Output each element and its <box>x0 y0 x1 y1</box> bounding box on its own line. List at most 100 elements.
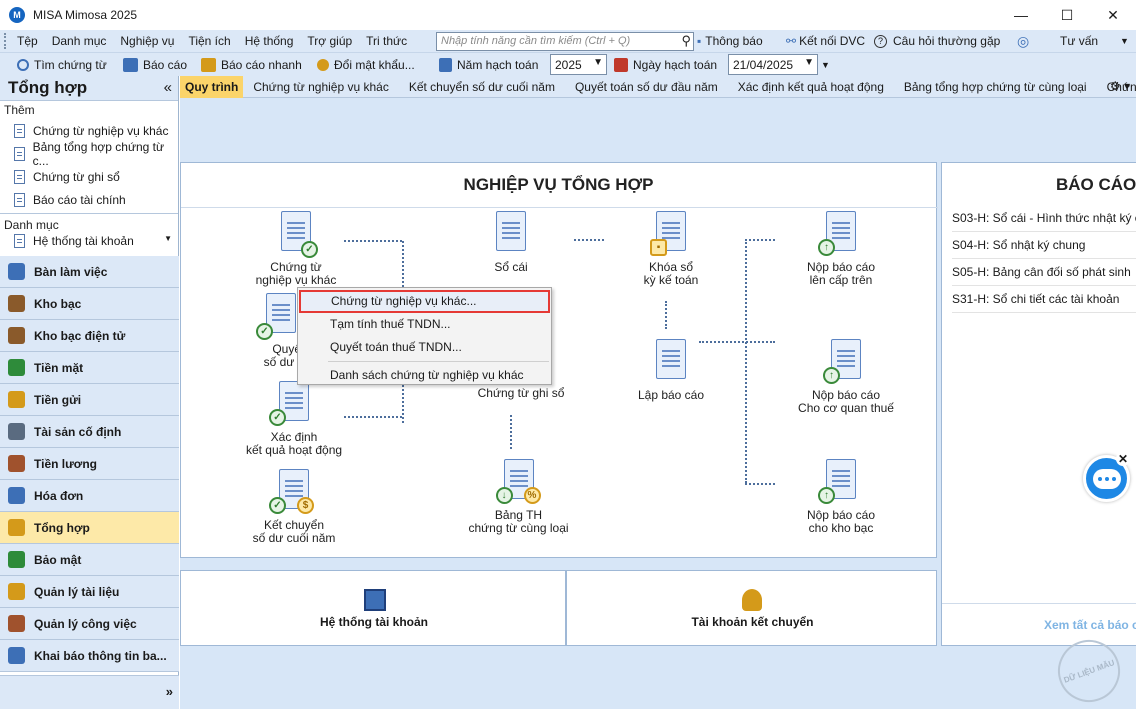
main-area: NGHIỆP VỤ TỔNG HỢP ✓ Chứng từ nghiệp vụ … <box>180 98 1136 709</box>
faq-button[interactable]: ? Câu hỏi thường gặp <box>874 30 1000 52</box>
report-item[interactable]: S03-H: Sổ cái - Hình thức nhật ký chung <box>952 205 1136 232</box>
carry-accounts-panel[interactable]: Tài khoản kết chuyển <box>566 570 937 646</box>
tab-summary-table[interactable]: Bảng tổng hợp chứng từ cùng loại <box>894 76 1097 98</box>
nav-item-icon <box>8 391 25 408</box>
maximize-button[interactable]: ☐ <box>1044 0 1090 30</box>
chevron-down-icon: ▼ <box>593 57 603 68</box>
nav-item[interactable]: Tiền lương <box>0 448 179 480</box>
fiscal-year-label-wrap: Năm hạch toán <box>439 56 538 74</box>
flow-node-submit-upper[interactable]: ↑ Nộp báo cáo lên cấp trên <box>781 211 901 287</box>
see-all-reports-link[interactable]: Xem tất cả báo cáo <box>1044 618 1136 632</box>
tab-process[interactable]: Quy trình <box>180 75 244 98</box>
gear-icon[interactable]: ⚙ ▾ <box>1110 79 1130 93</box>
sidebar-link-summary-table[interactable]: Bảng tổng hợp chứng từ c... <box>0 140 178 168</box>
flow-node-ledger[interactable]: Sổ cái <box>471 211 551 274</box>
sidebar-link-chart-of-accounts[interactable]: Hệ thống tài khoản ▼ <box>0 234 178 248</box>
tab-opening-balance[interactable]: Quyết toán số dư đầu năm <box>565 76 728 98</box>
menu-item-provisional-tax[interactable]: Tạm tính thuế TNDN... <box>298 313 551 336</box>
flow-node-make-report[interactable]: Lập báo cáo <box>621 339 721 402</box>
flow-node-label: Nộp báo cáo lên cấp trên <box>806 260 876 287</box>
nav-item[interactable]: Tài sản cố định <box>0 416 179 448</box>
menu-knowledge[interactable]: Tri thức <box>359 34 414 48</box>
tab-result[interactable]: Xác định kết quả hoạt động <box>728 76 894 98</box>
fiscal-year-select[interactable]: 2025 ▼ <box>550 54 607 75</box>
menu-operations[interactable]: Nghiệp vụ <box>113 34 181 48</box>
menu-system[interactable]: Hệ thống <box>238 34 301 48</box>
flow-node-other-voucher[interactable]: ✓ Chứng từ nghiệp vụ khác <box>241 211 351 287</box>
tab-carry-forward[interactable]: Kết chuyển số dư cuối năm <box>399 76 565 98</box>
menu-item-voucher-list[interactable]: Danh sách chứng từ nghiệp vụ khác <box>298 364 551 387</box>
menu-item-tax-settlement[interactable]: Quyết toán thuế TNDN... <box>298 336 551 359</box>
menu-item-other-voucher[interactable]: Chứng từ nghiệp vụ khác... <box>299 290 550 313</box>
menu-help[interactable]: Trợ giúp <box>300 34 359 48</box>
sidebar-link-journal-voucher[interactable]: Chứng từ ghi sổ <box>0 165 178 188</box>
nav-item[interactable]: Tiền mặt <box>0 352 179 384</box>
user-money-icon <box>742 589 762 611</box>
close-button[interactable]: ✕ <box>1090 0 1136 30</box>
search-icon[interactable]: ⚲ <box>681 33 691 49</box>
flow-node-submit-tax[interactable]: ↑ Nộp báo cáo Cho cơ quan thuế <box>781 339 911 415</box>
report-item[interactable]: S04-H: Sổ nhật ký chung <box>952 232 1136 259</box>
menu-file[interactable]: Tệp <box>10 34 45 48</box>
tab-other-voucher[interactable]: Chứng từ nghiệp vụ khác <box>243 76 398 98</box>
connector <box>574 239 604 241</box>
connector <box>344 240 402 242</box>
flow-node-submit-treasury[interactable]: ↑ Nộp báo cáo cho kho bạc <box>781 459 901 535</box>
nav-item[interactable]: Bảo mật <box>0 544 179 576</box>
search-icon <box>17 59 29 71</box>
change-password-button[interactable]: Đổi mật khẩu... <box>317 56 415 74</box>
scroll-down-icon[interactable]: ▼ <box>164 234 172 243</box>
fiscal-year-label: Năm hạch toán <box>457 58 539 72</box>
accounts-panel[interactable]: Hệ thống tài khoản <box>180 570 566 646</box>
nav-item[interactable]: Hóa đơn <box>0 480 179 512</box>
sidebar-more[interactable]: » <box>0 675 179 709</box>
report-item[interactable]: S05-H: Bảng cân đối số phát sinh <box>952 259 1136 286</box>
lock-document-icon: ▪ <box>650 211 688 256</box>
flow-node-lock-book[interactable]: ▪ Khóa sổ kỳ kế toán <box>621 211 721 287</box>
nav-item-label: Tiền lương <box>34 456 97 471</box>
nav-item[interactable]: Tổng hợp <box>0 512 179 544</box>
panel-divider <box>181 207 938 208</box>
headset-icon[interactable]: ◎ <box>1017 30 1029 52</box>
menu-utilities[interactable]: Tiện ích <box>181 34 237 48</box>
menu-expand-icon[interactable]: ▼ <box>1120 30 1129 52</box>
nav-item[interactable]: Quản lý công việc <box>0 608 179 640</box>
report-button[interactable]: Báo cáo <box>123 56 187 74</box>
collapse-sidebar-icon[interactable]: « <box>164 79 172 96</box>
flow-node-label: Nộp báo cáo Cho cơ quan thuế <box>798 388 894 415</box>
posting-date-picker[interactable]: 21/04/2025 ▼ <box>728 54 818 75</box>
feature-search-input[interactable]: Nhập tính năng cần tìm kiếm (Ctrl + Q) ⚲ <box>436 32 694 51</box>
close-icon[interactable]: ✕ <box>1116 452 1130 466</box>
find-voucher-button[interactable]: Tìm chứng từ <box>17 56 107 74</box>
nav-item[interactable]: Kho bạc <box>0 288 179 320</box>
menu-catalog[interactable]: Danh mục <box>45 34 114 48</box>
more-icon: » <box>165 684 173 699</box>
nav-item-icon <box>8 295 25 312</box>
report-label: Báo cáo <box>143 58 188 72</box>
nav-item[interactable]: Quản lý tài liệu <box>0 576 179 608</box>
report-item[interactable]: S31-H: Sổ chi tiết các tài khoản <box>952 286 1136 313</box>
toolbar-expand-icon[interactable]: ▼ <box>821 56 830 74</box>
consult-button[interactable]: Tư vấn <box>1060 30 1098 52</box>
minimize-button[interactable]: — <box>998 0 1044 30</box>
nav-item[interactable]: Kho bạc điện tử <box>0 320 179 352</box>
flow-node-result[interactable]: ✓ Xác định kết quả hoạt động <box>229 381 359 457</box>
search-placeholder: Nhập tính năng cần tìm kiếm (Ctrl + Q) <box>441 35 631 47</box>
sidebar-divider <box>0 213 178 214</box>
nav-item[interactable]: Bàn làm việc <box>0 256 179 288</box>
flow-node-carry-forward[interactable]: ✓ $ Kết chuyển số dư cuối năm <box>229 469 359 545</box>
flow-node-label: Chứng từ ghi sổ <box>477 386 565 400</box>
sidebar-link-financial-report[interactable]: Báo cáo tài chính <box>0 188 178 211</box>
quick-report-button[interactable]: Báo cáo nhanh <box>201 56 302 74</box>
flow-node-journal-voucher[interactable]: Chứng từ ghi sổ <box>466 387 576 400</box>
nav-item[interactable]: Khai báo thông tin ba... <box>0 640 179 672</box>
certificate-document-icon: ✓ <box>279 211 318 258</box>
connect-dvc-button[interactable]: ⚯ Kết nối DVC <box>786 30 865 52</box>
nav-item-icon <box>8 455 25 472</box>
flow-node-summary-table[interactable]: ↓% Bảng TH chứng từ cùng loại <box>461 459 576 535</box>
notifications-button[interactable]: ▪ Thông báo <box>697 30 763 52</box>
menu-separator <box>328 361 549 362</box>
accounts-label: Hệ thống tài khoản <box>320 615 428 629</box>
summary-document-icon: ↓% <box>495 459 541 504</box>
nav-item[interactable]: Tiền gửi <box>0 384 179 416</box>
